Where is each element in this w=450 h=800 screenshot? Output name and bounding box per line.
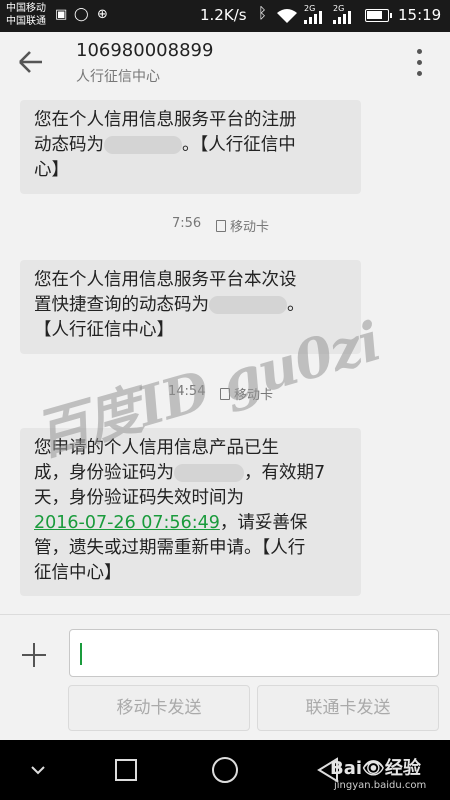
battery-icon xyxy=(365,9,392,22)
sender-name: 人行征信中心 xyxy=(76,69,160,85)
recent-apps-button[interactable] xyxy=(115,759,137,781)
send-mobile-button[interactable]: 移动卡发送 xyxy=(68,685,250,731)
status-bar: 中国移动 中国联通 ▣ ◯ ⊕ 1.2K/s ᛒ 2G 2G 15:19 xyxy=(0,0,450,32)
message-text: 成，身份验证码为 ，有效期7 xyxy=(34,463,326,483)
message-text: 管，遗失或过期需重新申请。【人行 xyxy=(34,538,306,558)
redacted-code xyxy=(104,136,182,154)
message-text: 您申请的个人信用信息产品已生 xyxy=(34,438,279,458)
signal-1-icon xyxy=(304,10,326,24)
carrier-names: 中国移动 中国联通 xyxy=(6,2,46,28)
send-unicom-button[interactable]: 联通卡发送 xyxy=(257,685,439,731)
message-input[interactable] xyxy=(69,629,439,677)
bluetooth-icon: ᛒ xyxy=(258,4,268,22)
wifi-icon xyxy=(277,9,297,23)
nav-chevron-down-icon[interactable] xyxy=(26,760,50,780)
baidu-url: jingyan.baidu.com xyxy=(334,780,427,791)
navigation-bar: Bai👁经验 jingyan.baidu.com xyxy=(0,740,450,800)
notification-icon: ⊕ xyxy=(97,7,108,22)
message-text: 置快捷查询的动态码为。 xyxy=(34,295,305,315)
battery-level xyxy=(367,11,383,19)
redacted-code xyxy=(209,296,287,314)
status-time: 15:19 xyxy=(398,6,442,24)
sim-card-icon xyxy=(220,388,230,400)
message-text: 【人行征信中心】 xyxy=(34,320,174,340)
message-text: 您在个人信用信息服务平台的注册 xyxy=(34,110,297,130)
message-text: 动态码为 。【人行征信中 xyxy=(34,135,296,155)
sim-status-icon: ▣ xyxy=(55,7,68,22)
message-text: 天，身份验证码失效时间为 xyxy=(34,488,244,508)
phone-number: 106980008899 xyxy=(76,40,214,61)
chat-bubble-icon: ◯ xyxy=(74,7,89,22)
date-link[interactable]: 2016-07-26 07:56:49 xyxy=(34,513,220,533)
message-text: 您在个人信用信息服务平台本次设 xyxy=(34,270,297,290)
text-cursor xyxy=(80,643,82,665)
sim-card-icon xyxy=(216,220,226,232)
redacted-code xyxy=(174,464,244,482)
message-bubble[interactable]: 您在个人信用信息服务平台本次设 置快捷查询的动态码为。 【人行征信中心】 xyxy=(20,260,361,354)
message-bubble[interactable]: 您申请的个人信用信息产品已生 成，身份验证码为 ，有效期7 天，身份验证码失效时间… xyxy=(20,428,361,596)
add-attachment-button[interactable] xyxy=(16,637,52,673)
back-button[interactable] xyxy=(12,44,48,80)
network-speed: 1.2K/s xyxy=(200,6,247,24)
composer: 移动卡发送 联通卡发送 xyxy=(0,614,450,740)
message-text: 2016-07-26 07:56:49，请妥善保 xyxy=(34,513,308,533)
message-text: 心】 xyxy=(34,160,69,180)
message-list[interactable]: 您在个人信用信息服务平台的注册 动态码为 。【人行征信中 心】 7:56 移动卡 … xyxy=(0,94,450,614)
baidu-jingyan-logo: Bai👁经验 xyxy=(330,758,421,779)
carrier-2: 中国联通 xyxy=(6,16,46,27)
home-button[interactable] xyxy=(212,757,238,783)
arrow-left-icon xyxy=(19,51,42,73)
message-bubble[interactable]: 您在个人信用信息服务平台的注册 动态码为 。【人行征信中 心】 xyxy=(20,100,361,194)
more-options-button[interactable] xyxy=(408,46,432,80)
message-text: 征信中心】 xyxy=(34,563,122,583)
conversation-header: 106980008899 人行征信中心 xyxy=(0,32,450,94)
carrier-1: 中国移动 xyxy=(6,3,46,14)
signal-2-icon xyxy=(333,10,355,24)
